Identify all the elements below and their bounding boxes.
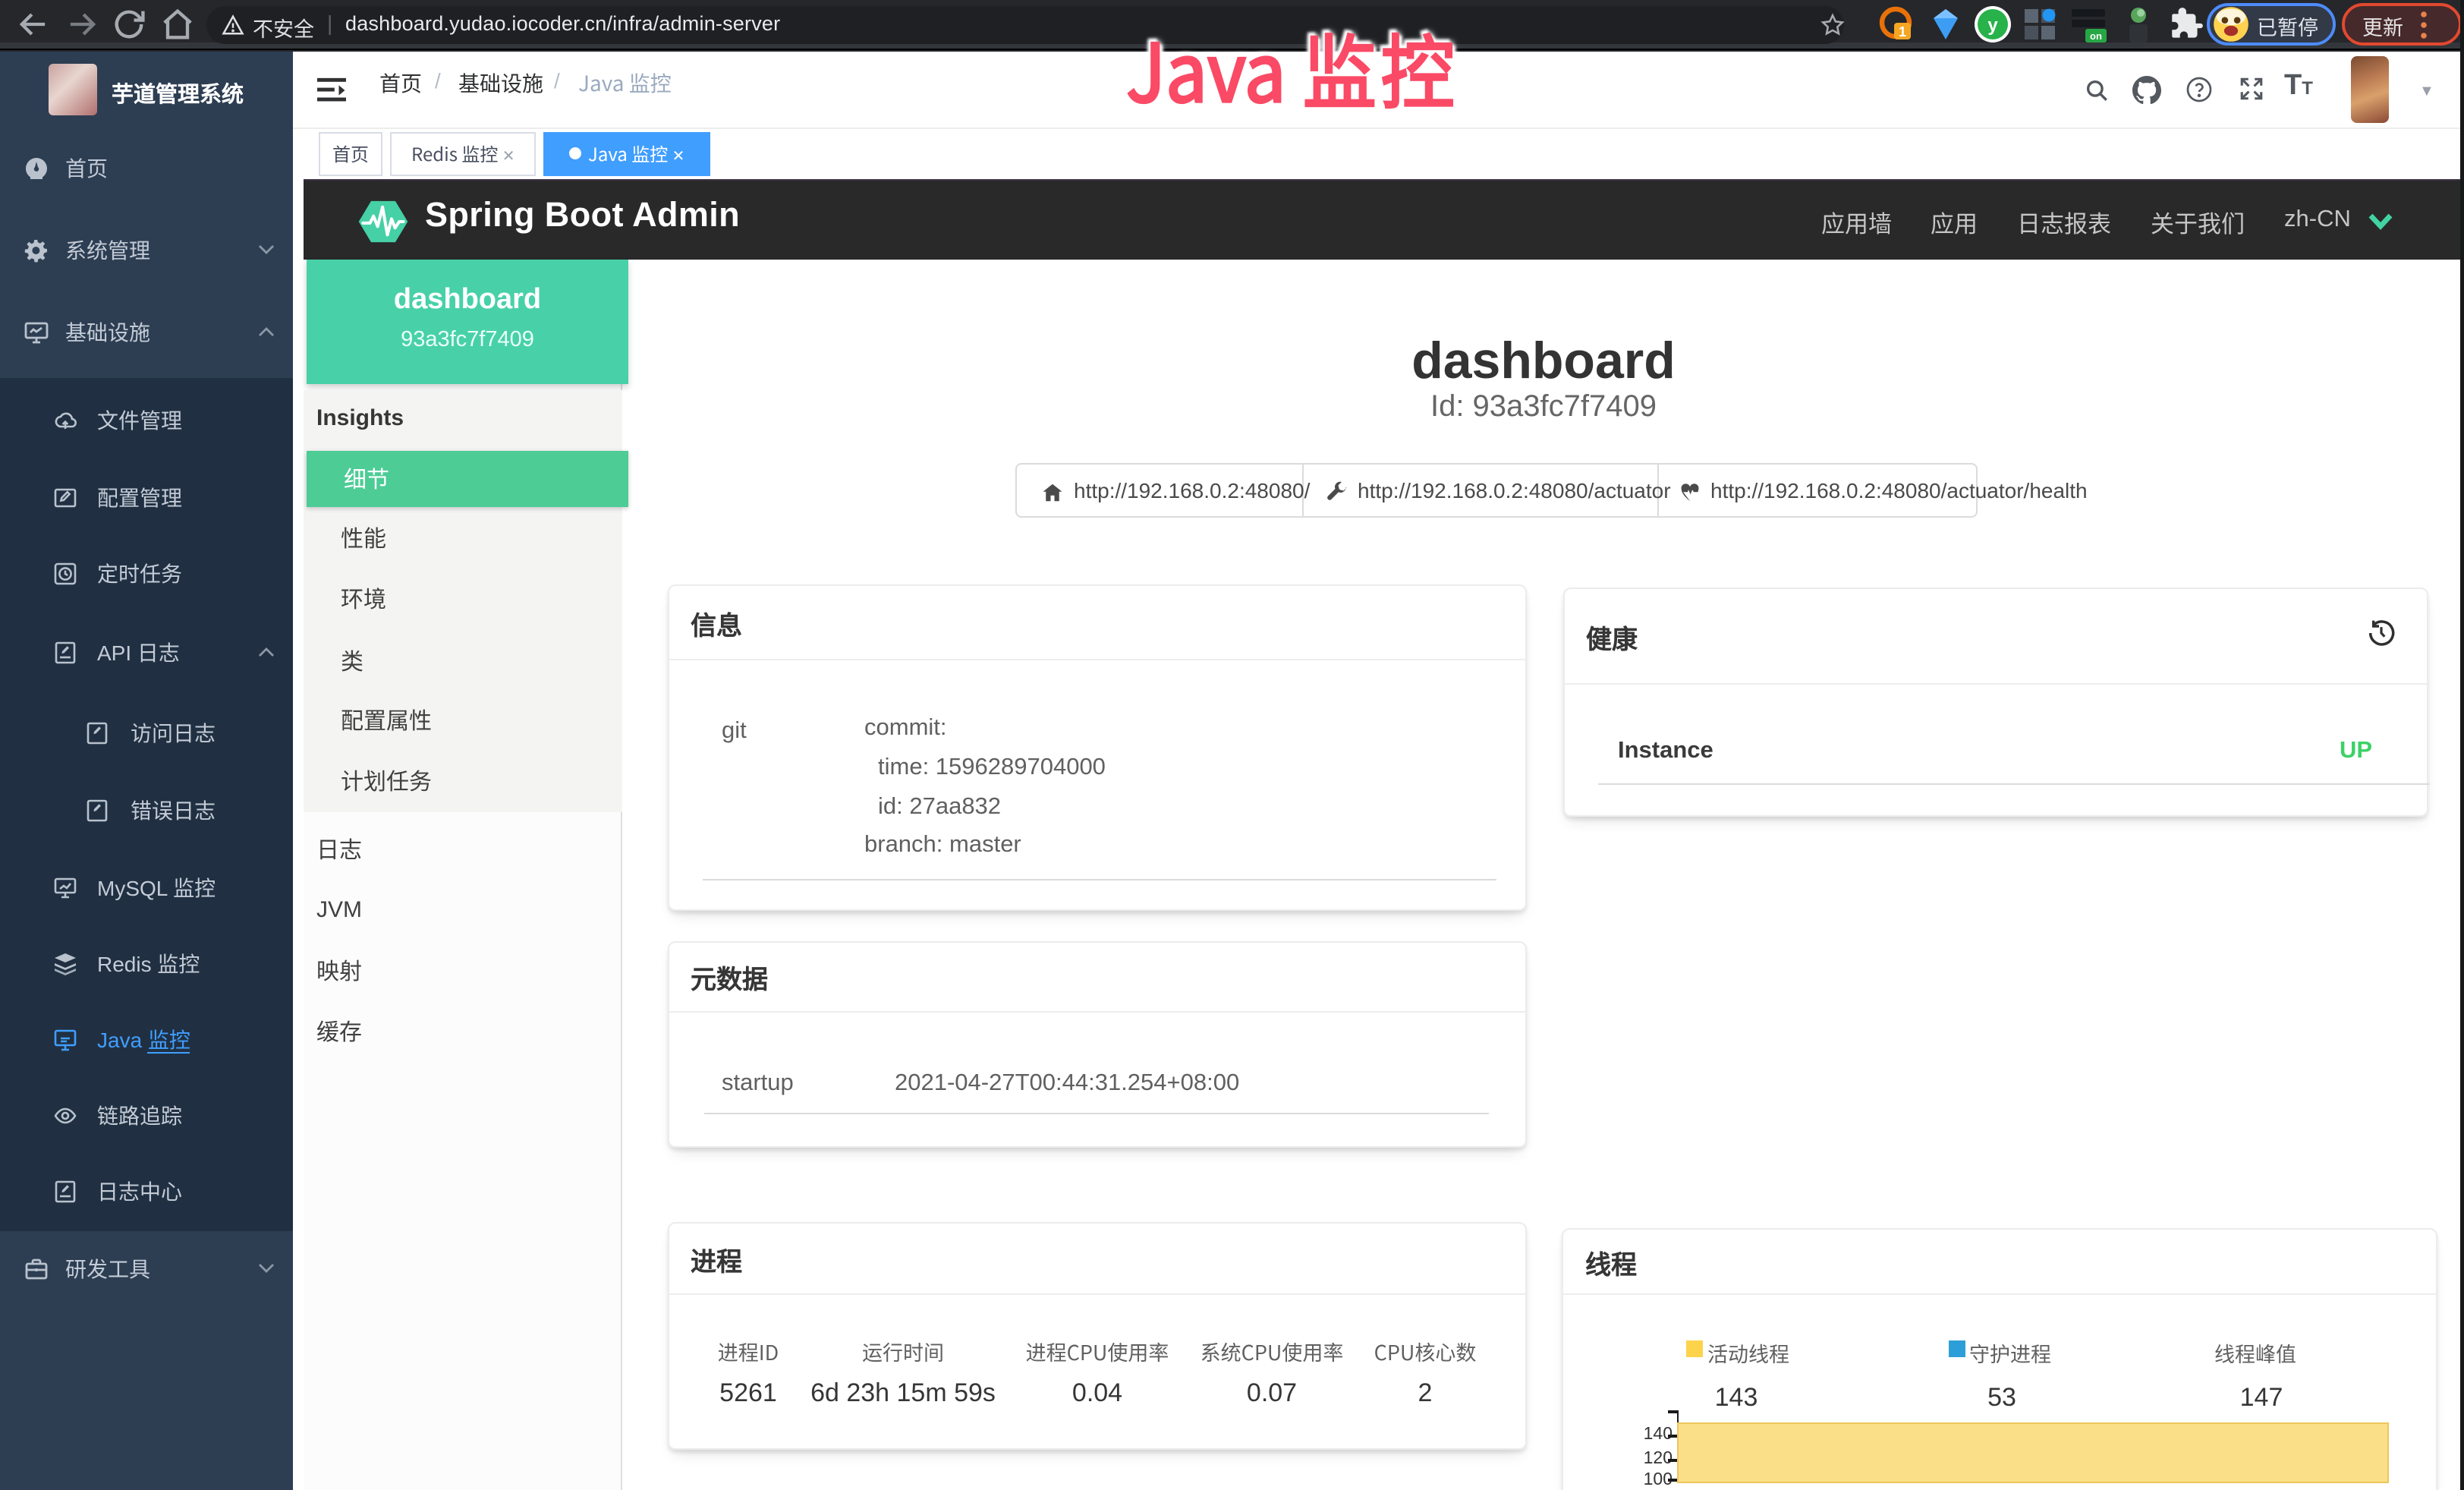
svg-text:on: on [2090, 30, 2102, 42]
svg-text:1: 1 [1899, 24, 1906, 39]
svg-text:y: y [1987, 15, 1998, 36]
